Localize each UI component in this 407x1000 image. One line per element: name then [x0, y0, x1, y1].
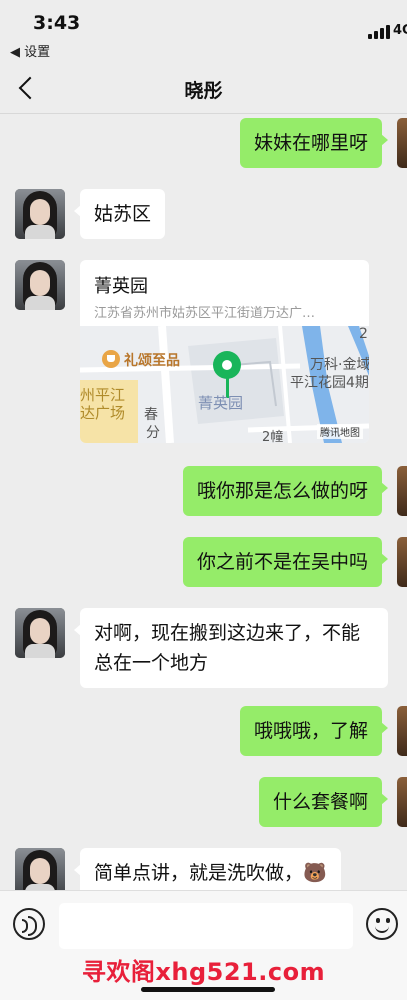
map-label: 礼颂至品 [124, 353, 180, 369]
chat-title: 晓彤 [184, 80, 223, 102]
map-label: 2 [359, 326, 368, 342]
home-indicator[interactable] [141, 987, 275, 992]
status-time: 3:43 [33, 12, 81, 34]
emoji-icon[interactable] [366, 908, 398, 940]
contact-avatar[interactable] [15, 260, 65, 310]
message-input[interactable] [59, 903, 353, 949]
watermark-text: 寻欢阁xhg521.com [81, 958, 326, 986]
status-bar: 3:43 ◀ 设置 4G [0, 0, 407, 62]
my-avatar[interactable] [397, 706, 407, 756]
signal-icon [368, 25, 390, 39]
map-label: 分 [146, 425, 160, 441]
back-to-app-link[interactable]: ◀ 设置 [10, 41, 50, 60]
message-bubble-received[interactable]: 对啊，现在搬到这边来了，不能总在一个地方 [74, 608, 388, 688]
message-bubble-sent[interactable]: 哦哦哦，了解 [239, 706, 389, 756]
contact-avatar[interactable] [15, 189, 65, 239]
location-title: 菁英园 [94, 276, 148, 297]
contact-avatar[interactable] [15, 848, 65, 890]
map-label: 万科·金域 [310, 357, 369, 373]
message-bubble-received[interactable]: 姑苏区 [73, 189, 166, 239]
my-avatar[interactable] [397, 466, 407, 516]
message-bubble-sent[interactable]: 哦你那是怎么做的呀 [182, 466, 389, 516]
map-label: 菁英园 [198, 394, 244, 412]
chat-header: 晓彤 [0, 62, 407, 114]
coffee-poi-icon [102, 350, 120, 368]
map-label: 达广场 [80, 404, 126, 422]
map-label: 春 [144, 407, 158, 423]
message-bubble-received[interactable]: 简单点讲，就是洗吹做，🐻 [74, 848, 341, 890]
message-list[interactable]: 妹妹在哪里呀 姑苏区 菁英园 江苏省苏州市姑苏区平江街道万达广… 礼颂至品 菁英… [0, 114, 407, 890]
my-avatar[interactable] [397, 777, 407, 827]
my-avatar[interactable] [397, 537, 407, 587]
location-pin-icon [213, 351, 241, 379]
location-address: 江苏省苏州市姑苏区平江街道万达广… [94, 306, 316, 321]
message-bubble-sent[interactable]: 你之前不是在吴中吗 [182, 537, 389, 587]
location-map-thumbnail: 礼颂至品 菁英园 万科·金域 平江花园4期 州平江 达广场 春 分 2幢 2 腾… [80, 326, 369, 443]
map-label: 2幢 [262, 430, 284, 443]
map-label: 平江花园4期 [290, 375, 369, 391]
contact-avatar[interactable] [15, 608, 65, 658]
message-bubble-sent[interactable]: 妹妹在哪里呀 [239, 118, 389, 168]
message-bubble-sent[interactable]: 什么套餐啊 [258, 777, 389, 827]
location-message-card[interactable]: 菁英园 江苏省苏州市姑苏区平江街道万达广… 礼颂至品 菁英园 万科·金域 平江花… [80, 260, 369, 443]
network-type: 4G [393, 23, 407, 38]
map-provider-logo: 腾讯地图 [317, 424, 363, 439]
my-avatar[interactable] [397, 118, 407, 168]
voice-input-icon[interactable] [13, 908, 45, 940]
